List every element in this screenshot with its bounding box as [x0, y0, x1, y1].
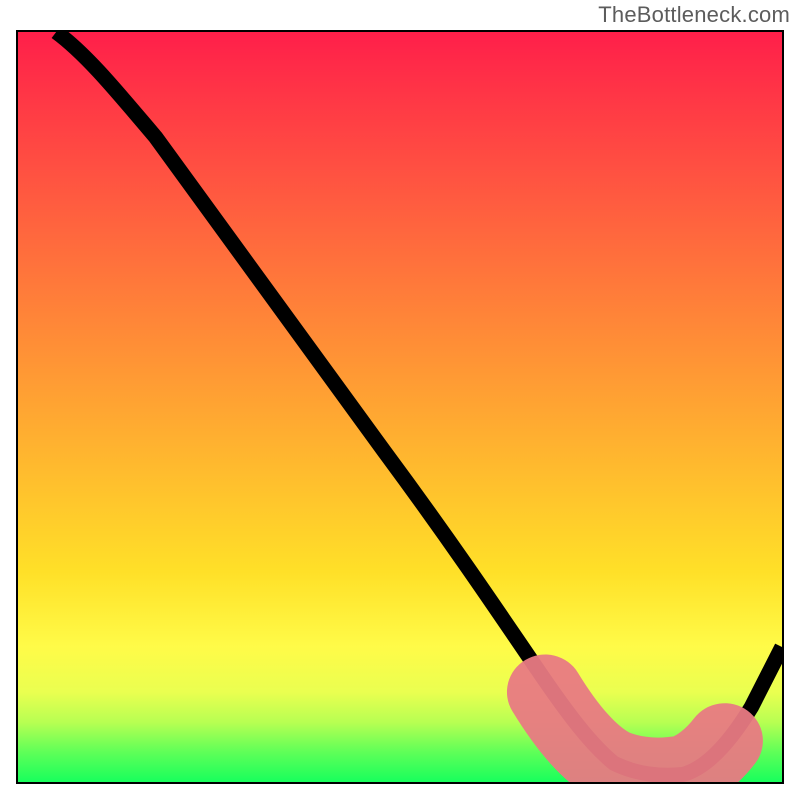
- watermark-text: TheBottleneck.com: [598, 2, 790, 28]
- bottleneck-curve: [56, 32, 782, 775]
- plot-area: [16, 30, 784, 784]
- curve-layer: [18, 32, 782, 782]
- chart-frame: TheBottleneck.com: [0, 0, 800, 800]
- optimal-range-marker: [545, 692, 725, 775]
